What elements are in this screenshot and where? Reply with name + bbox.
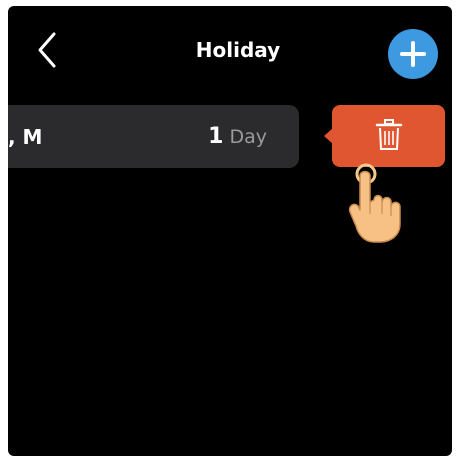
holiday-duration-count: 1 bbox=[208, 124, 224, 149]
holiday-list-item[interactable]: , M 1 Day bbox=[8, 105, 299, 168]
holiday-duration-unit: Day bbox=[229, 126, 267, 148]
holiday-name: , M bbox=[8, 125, 43, 149]
holiday-screen: Holiday , M 1 Day bbox=[8, 6, 452, 456]
page-title: Holiday bbox=[195, 38, 281, 62]
holiday-duration: 1 Day bbox=[208, 124, 267, 149]
tap-hand-icon bbox=[348, 163, 401, 243]
add-holiday-button[interactable] bbox=[388, 29, 438, 79]
plus-icon bbox=[400, 41, 426, 67]
